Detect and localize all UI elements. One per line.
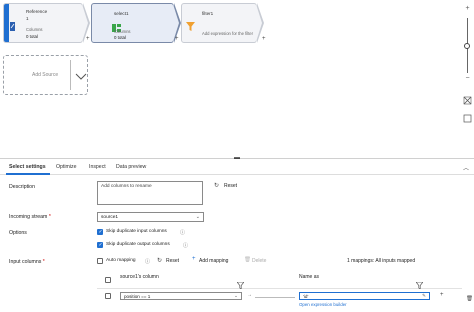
mapping-connector-line [255,297,295,298]
select-node-columns-label: Columns [114,29,131,34]
fit-to-screen-icon[interactable] [463,92,472,105]
incoming-stream-value: source1 [101,215,119,220]
skip-duplicate-output-label: Skip duplicate output columns [106,242,170,247]
name-as-header: Name as [299,274,320,280]
name-as-value: 'id' [303,294,309,299]
select-icon [112,19,121,32]
tab-optimize[interactable]: Optimize [56,164,76,170]
mappings-status: 1 mappings: All inputs mapped [347,258,416,264]
filter-node-title: filter1 [202,11,214,16]
skip-duplicate-input-label: Skip duplicate input columns [106,229,167,234]
filter-node[interactable]: filter1 Add expression for the filter [181,3,257,43]
source-add-transform-icon[interactable]: + [86,36,90,42]
source-node-subtitle: 1 [26,16,29,21]
tab-inspect[interactable]: Inspect [89,164,106,170]
auto-mapping-checkbox[interactable] [97,258,103,264]
reset-mapping-button[interactable]: Reset [166,258,179,264]
select-node-title: select1 [114,11,129,16]
add-row-icon[interactable]: + [440,292,444,298]
mapping-header-divider [97,288,462,289]
active-tab-indicator [6,173,50,175]
select-add-transform-icon[interactable]: + [175,36,179,42]
zoom-in-icon[interactable]: + [463,5,472,12]
auto-mapping-label: Auto mapping [106,258,136,263]
required-marker: * [42,259,45,265]
reset-mapping-icon[interactable]: ↻ [157,257,162,264]
reset-description-icon[interactable]: ↻ [214,182,219,189]
source-node-columns-label: Columns [26,27,43,32]
source-icon [10,18,15,31]
add-source-divider [70,60,71,90]
source-column-header: source1's column [120,274,159,280]
zoom-slider-knob[interactable] [464,43,470,49]
skip-duplicate-output-checkbox[interactable] [97,242,103,248]
description-label: Description [9,184,35,190]
select-all-mappings-checkbox[interactable] [105,277,111,283]
source-column-input[interactable]: position == 1 ⌄ [120,292,242,300]
expression-icon[interactable]: ✎ [422,293,426,299]
filter-node-hint: Add expression for the filter [202,31,253,36]
zoom-out-icon[interactable]: − [463,75,472,82]
source-node[interactable]: Reference 1 Columns 0 total [3,3,83,43]
reset-description-button[interactable]: Reset [224,183,237,189]
input-columns-label-text: Input columns [9,259,42,265]
open-expression-builder-link[interactable]: Open expression builder [299,302,347,307]
add-mapping-button[interactable]: Add mapping [199,258,228,264]
mapping-row-checkbox[interactable] [105,293,111,299]
input-columns-label: Input columns * [9,259,45,265]
required-marker: * [48,214,51,220]
source-node-stripe [4,4,9,42]
source-node-title: Reference [26,9,48,14]
incoming-stream-select[interactable]: source1 ⌄ [97,212,204,222]
settings-tabs: Select settings Optimize Inspect Data pr… [0,161,474,175]
tab-select-settings[interactable]: Select settings [9,164,46,170]
description-input[interactable]: Add columns to rename [97,181,203,205]
mapping-arrow: → [247,292,252,298]
incoming-stream-label-text: Incoming stream [9,214,48,220]
tab-data-preview[interactable]: Data preview [116,164,146,170]
source-column-value: position == 1 [124,294,151,299]
options-label: Options [9,230,27,236]
filter-add-transform-icon[interactable]: + [262,36,266,42]
info-icon[interactable]: ⓘ [180,229,185,236]
skip-duplicate-input-checkbox[interactable] [97,229,103,235]
source-node-columns-value: 0 total [26,34,38,39]
filter-icon [186,18,195,31]
auto-align-icon[interactable] [463,110,472,123]
info-icon[interactable]: ⓘ [145,258,150,265]
select-node-columns-value: 0 total [114,35,126,40]
delete-row-icon[interactable]: 🗑 [466,296,473,302]
add-source-label: Add Source [32,72,59,78]
add-source-box[interactable]: Add Source [3,55,88,95]
chevron-down-icon: ⌄ [195,214,200,220]
incoming-stream-label: Incoming stream * [9,214,51,220]
delete-mapping-button[interactable]: Delete [252,258,266,264]
collapse-panel-icon[interactable]: ︿ [463,163,469,172]
trash-icon[interactable]: 🗑 [244,257,251,263]
info-icon[interactable]: ⓘ [183,242,188,249]
name-as-input[interactable]: 'id' ✎ [299,292,430,300]
pipeline-canvas[interactable]: Reference 1 Columns 0 total + select1 Co… [0,0,474,158]
add-icon[interactable]: + [192,256,196,262]
chevron-down-icon: ⌄ [234,293,238,298]
select-node[interactable]: select1 Columns 0 total [91,3,174,43]
chevron-down-icon[interactable] [75,68,87,86]
